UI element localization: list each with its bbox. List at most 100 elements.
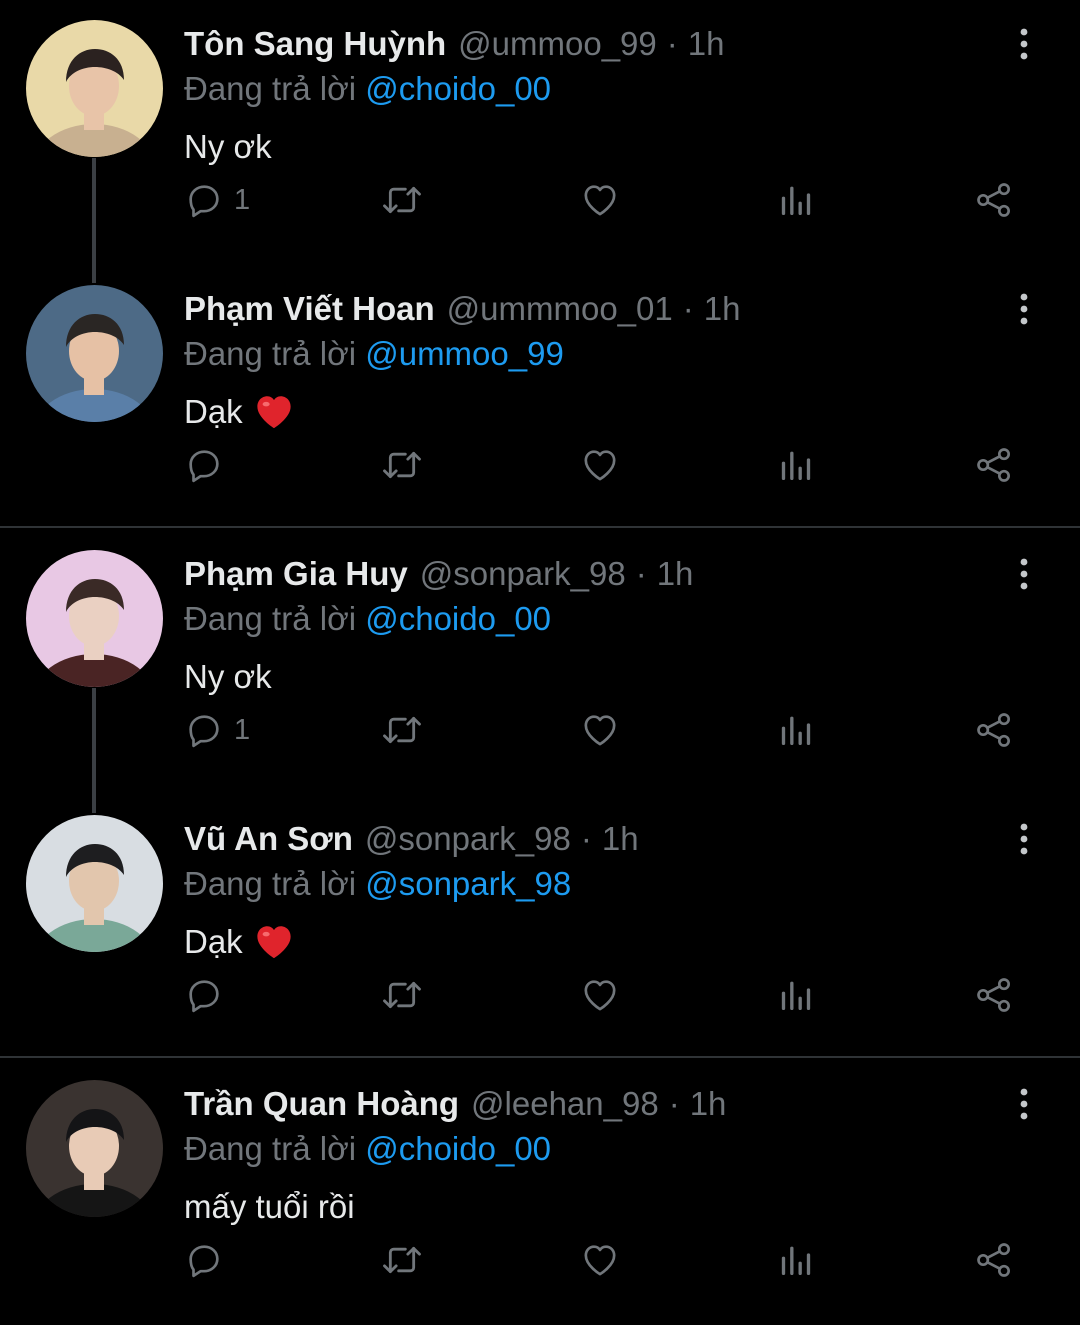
reply-button[interactable] [184,970,224,1020]
tweet[interactable]: Phạm Viết Hoan @ummmoo_01 · 1h Đang trả … [0,265,1080,530]
replying-to-label: Đang trả lời [184,335,357,372]
views-button[interactable] [776,970,816,1020]
reply-button[interactable]: 1 [184,175,250,225]
separator-dot: · [580,820,592,857]
timestamp[interactable]: 1h [688,22,725,66]
like-button[interactable] [579,440,621,490]
mention-link[interactable]: @choido_00 [365,1130,551,1167]
user-handle[interactable]: @ummoo_99 [458,22,657,66]
avatar-photo[interactable] [26,1080,163,1217]
reply-count: 1 [234,713,251,746]
timestamp[interactable]: 1h [657,552,694,596]
like-icon [579,1240,621,1280]
replying-to-label: Đang trả lời [184,865,357,902]
tweet-actions: 1 [184,705,1024,755]
display-name[interactable]: Phạm Gia Huy [184,552,408,596]
more-options-button[interactable] [1008,819,1040,859]
avatar-photo[interactable] [26,20,163,157]
display-name[interactable]: Trần Quan Hoàng [184,1082,459,1126]
more-options-button[interactable] [1008,554,1040,594]
share-button[interactable] [973,440,1015,490]
share-icon [973,710,1015,750]
share-button[interactable] [973,175,1015,225]
like-button[interactable] [579,175,621,225]
mention-link[interactable]: @ummoo_99 [365,335,564,372]
retweet-button[interactable] [380,705,424,755]
tweet-text: mấy tuổi rồi [184,1185,355,1229]
tweet-header: Vũ An Sơn @sonpark_98 · 1h [184,817,639,861]
tweet-actions [184,970,1024,1020]
tweet-text-content: Ny ơk [184,658,272,695]
more-vertical-icon [1019,557,1029,591]
retweet-button[interactable] [380,1235,424,1285]
retweet-button[interactable] [380,970,424,1020]
avatar-photo[interactable] [26,815,163,952]
views-button[interactable] [776,440,816,490]
reply-icon [184,710,224,750]
like-button[interactable] [579,1235,621,1285]
user-handle[interactable]: @leehan_98 [471,1082,659,1126]
tweet[interactable]: Phạm Gia Huy @sonpark_98 · 1h Đang trả l… [0,530,1080,795]
timestamp[interactable]: 1h [602,817,639,861]
reply-icon [184,1240,224,1280]
timestamp[interactable]: 1h [704,287,741,331]
replying-to: Đang trả lời @choido_00 [184,597,551,641]
share-button[interactable] [973,970,1015,1020]
reply-button[interactable] [184,1235,224,1285]
replying-to-label: Đang trả lời [184,70,357,107]
views-icon [776,445,816,485]
tweet-header: Trần Quan Hoàng @leehan_98 · 1h [184,1082,726,1126]
reply-count: 1 [234,183,251,216]
mention-link[interactable]: @sonpark_98 [365,865,571,902]
tweet[interactable]: Tôn Sang Huỳnh @ummoo_99 · 1h Đang trả l… [0,0,1080,265]
user-handle[interactable]: @sonpark_98 [420,552,626,596]
more-vertical-icon [1019,1087,1029,1121]
tweet[interactable]: Trần Quan Hoàng @leehan_98 · 1h Đang trả… [0,1060,1080,1325]
user-handle[interactable]: @ummmoo_01 [447,287,673,331]
user-handle[interactable]: @sonpark_98 [365,817,571,861]
display-name[interactable]: Tôn Sang Huỳnh [184,22,446,66]
red-heart-emoji [253,391,295,433]
share-button[interactable] [973,1235,1015,1285]
tweet[interactable]: Vũ An Sơn @sonpark_98 · 1h Đang trả lời … [0,795,1080,1060]
more-options-button[interactable] [1008,24,1040,64]
more-vertical-icon [1019,27,1029,61]
like-icon [579,445,621,485]
like-icon [579,710,621,750]
separator-dot: · [682,290,694,327]
like-button[interactable] [579,705,621,755]
tweet-header: Phạm Viết Hoan @ummmoo_01 · 1h [184,287,740,331]
timestamp[interactable]: 1h [690,1082,727,1126]
share-button[interactable] [973,705,1015,755]
tweet-actions [184,440,1024,490]
like-button[interactable] [579,970,621,1020]
separator-dot: · [666,25,678,62]
replying-to-label: Đang trả lời [184,600,357,637]
views-icon [776,975,816,1015]
mention-link[interactable]: @choido_00 [365,600,551,637]
share-icon [973,445,1015,485]
replying-to: Đang trả lời @choido_00 [184,1127,551,1171]
tweet-actions: 1 [184,175,1024,225]
views-button[interactable] [776,705,816,755]
share-icon [973,1240,1015,1280]
replying-to-label: Đang trả lời [184,1130,357,1167]
avatar-photo[interactable] [26,550,163,687]
display-name[interactable]: Vũ An Sơn [184,817,353,861]
views-button[interactable] [776,1235,816,1285]
views-icon [776,180,816,220]
reply-icon [184,180,224,220]
mention-link[interactable]: @choido_00 [365,70,551,107]
reply-icon [184,975,224,1015]
tweet-text: Ny ơk [184,655,272,699]
retweet-button[interactable] [380,175,424,225]
more-options-button[interactable] [1008,289,1040,329]
retweet-button[interactable] [380,440,424,490]
reply-button[interactable] [184,440,224,490]
views-button[interactable] [776,175,816,225]
more-options-button[interactable] [1008,1084,1040,1124]
tweet-text-content: mấy tuổi rồi [184,1188,355,1225]
avatar-photo[interactable] [26,285,163,422]
reply-button[interactable]: 1 [184,705,250,755]
display-name[interactable]: Phạm Viết Hoan [184,287,435,331]
